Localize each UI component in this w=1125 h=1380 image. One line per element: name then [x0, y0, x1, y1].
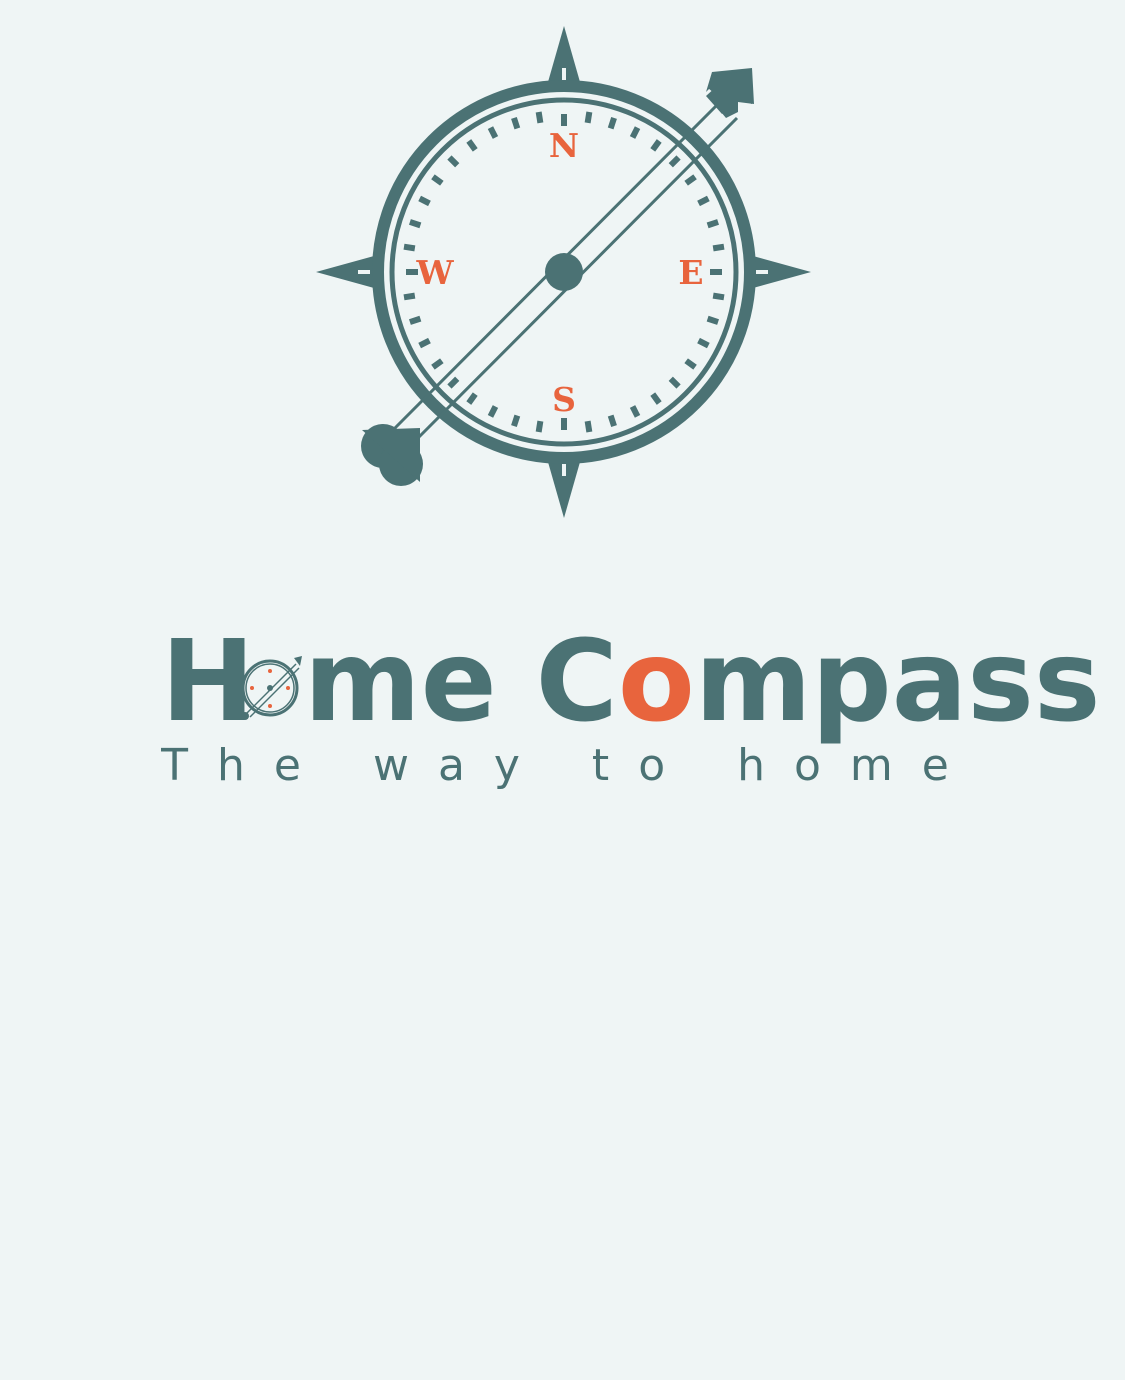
- tick-mark: [629, 126, 641, 139]
- tick-mark: [584, 111, 593, 124]
- title-me-c: me C: [304, 617, 618, 747]
- east-label: E: [678, 253, 703, 292]
- tick-mark: [466, 139, 478, 152]
- south-label: S: [552, 380, 576, 419]
- tick-mark: [712, 243, 725, 252]
- tick-mark: [418, 337, 431, 349]
- tick-mark: [431, 174, 444, 186]
- heart-icon: [361, 424, 423, 486]
- brand-title: H me Compass: [161, 617, 1101, 747]
- tick-mark: [684, 174, 697, 186]
- tick-mark: [706, 219, 719, 229]
- tick-mark: [418, 195, 431, 207]
- tick-mark: [409, 219, 422, 229]
- tick-mark: [487, 126, 499, 139]
- tick-mark: [650, 139, 662, 152]
- tick-mark: [403, 243, 416, 252]
- tick-mark: [511, 414, 521, 427]
- tick-mark: [535, 420, 544, 433]
- tick-mark: [409, 315, 422, 325]
- tick-mark: [697, 337, 710, 349]
- tick-mark: [607, 117, 617, 130]
- tick-mark: [629, 405, 641, 418]
- tick-mark: [650, 392, 662, 405]
- svg-text:me Compass: me Compass: [304, 617, 1101, 747]
- tagline: The way to home: [161, 740, 978, 791]
- tick-mark: [487, 405, 499, 418]
- west-label: W: [415, 253, 454, 292]
- tick-mark: [535, 111, 544, 124]
- tick-mark: [447, 155, 460, 168]
- title-mpass: mpass: [695, 617, 1101, 747]
- compass-logo-icon: N S W E: [316, 26, 811, 518]
- tick-mark: [466, 392, 478, 405]
- tick-mark: [684, 358, 697, 370]
- tick-mark: [447, 376, 460, 389]
- tick-mark: [668, 376, 681, 389]
- tick-mark: [668, 155, 681, 168]
- title-letter-h: H: [161, 617, 255, 747]
- tick-mark: [607, 414, 617, 427]
- north-label: N: [549, 126, 579, 165]
- tick-mark: [403, 292, 416, 301]
- tick-mark: [431, 358, 444, 370]
- title-accent-o: o: [618, 617, 695, 747]
- tick-mark: [712, 292, 725, 301]
- tick-mark: [584, 420, 593, 433]
- tick-mark: [697, 195, 710, 207]
- tick-mark: [706, 315, 719, 325]
- tick-mark: [511, 117, 521, 130]
